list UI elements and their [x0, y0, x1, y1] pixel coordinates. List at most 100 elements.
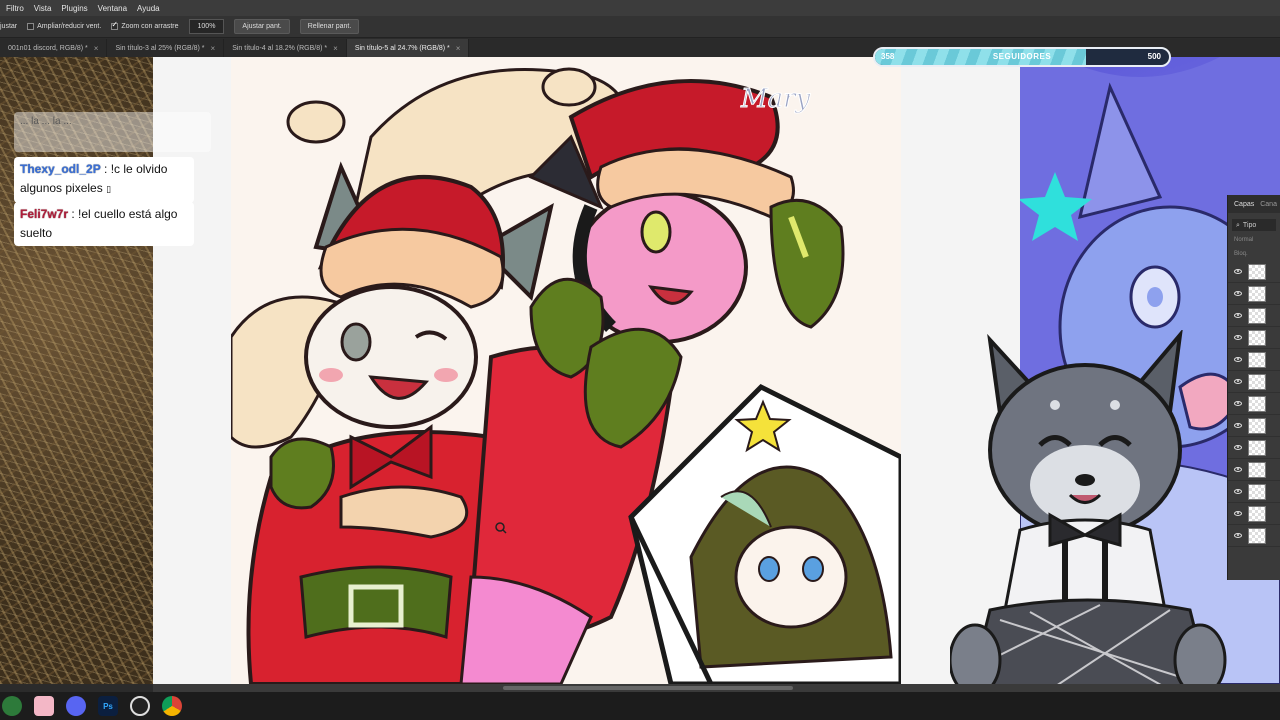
tab-sin-titulo-5[interactable]: Sin título-5 al 24.7% (RGB/8) * ×: [346, 39, 470, 57]
close-icon[interactable]: ×: [211, 44, 216, 53]
layer-thumbnail: [1248, 263, 1266, 280]
layer-thumbnail: [1248, 461, 1266, 478]
follower-goal-bar: 358 SEGUIDORES 500: [873, 47, 1171, 67]
layer-row[interactable]: [1228, 371, 1280, 393]
menu-ayuda[interactable]: Ayuda: [137, 4, 160, 13]
menu-bar: Filtro Vista Plugins Ventana Ayuda: [0, 0, 1280, 16]
screen: Filtro Vista Plugins Ventana Ayuda justa…: [0, 0, 1280, 720]
follower-label: SEGUIDORES: [992, 52, 1052, 61]
layer-row[interactable]: [1228, 503, 1280, 525]
chat-username[interactable]: Thexy_odl_2P: [20, 162, 101, 176]
layer-thumbnail: [1248, 395, 1266, 412]
fill-screen-button[interactable]: Rellenar pant.: [299, 19, 360, 34]
layer-filter-label: Tipo: [1242, 221, 1257, 229]
chat-message-ghost: ... la ... la ...: [14, 112, 211, 152]
tab-label: Sin título-5 al 24.7% (RGB/8) *: [354, 44, 450, 52]
chat-username[interactable]: Feli7w7r: [20, 207, 68, 221]
vtuber-avatar: [950, 330, 1227, 690]
layer-thumbnail: [1248, 285, 1266, 302]
layer-row[interactable]: [1228, 327, 1280, 349]
checkbox-on-icon: [111, 20, 119, 30]
tab-layers[interactable]: Capas: [1234, 201, 1254, 208]
menu-vista[interactable]: Vista: [34, 4, 52, 13]
layer-thumbnail: [1248, 329, 1266, 346]
layer-row[interactable]: [1228, 349, 1280, 371]
tab-label: Sin título-4 al 18.2% (RGB/8) *: [232, 44, 328, 52]
close-icon[interactable]: ×: [333, 44, 338, 53]
visibility-eye-icon[interactable]: [1234, 335, 1242, 340]
app-badge-icon[interactable]: [2, 696, 22, 716]
visibility-eye-icon[interactable]: [1234, 533, 1242, 538]
options-bar: justar Ampliar/reducir vent. Zoom con ar…: [0, 16, 1280, 38]
layers-panel: Capas Cana ⌕ Tipo Normal Bloq.: [1227, 195, 1280, 580]
layer-row[interactable]: [1228, 481, 1280, 503]
close-icon[interactable]: ×: [94, 44, 99, 53]
zoom-value-box[interactable]: 100%: [188, 19, 225, 34]
fit-screen-button[interactable]: Ajustar pant.: [234, 19, 290, 34]
tab-label: 001n01 discord, RGB/8) *: [8, 44, 88, 52]
visibility-eye-icon[interactable]: [1234, 357, 1242, 362]
tab-channels[interactable]: Cana: [1260, 201, 1277, 208]
layer-thumbnail: [1248, 505, 1266, 522]
layer-thumbnail: [1248, 373, 1266, 390]
christmas-artwork[interactable]: Mary: [231, 57, 901, 684]
obs-icon[interactable]: [130, 696, 150, 716]
visibility-eye-icon[interactable]: [1234, 291, 1242, 296]
visibility-eye-icon[interactable]: [1234, 445, 1242, 450]
layer-thumbnail: [1248, 439, 1266, 456]
tab-label: Sin título-3 al 25% (RGB/8) *: [115, 44, 205, 52]
close-icon[interactable]: ×: [456, 44, 461, 53]
menu-ventana[interactable]: Ventana: [98, 4, 127, 13]
menu-plugins[interactable]: Plugins: [61, 4, 87, 13]
layers-panel-header: Capas Cana: [1228, 195, 1280, 213]
follower-goal: 500: [1147, 52, 1161, 61]
layer-row[interactable]: [1228, 393, 1280, 415]
search-icon: ⌕: [1236, 220, 1240, 229]
layer-thumbnail: [1248, 527, 1266, 544]
visibility-eye-icon[interactable]: [1234, 423, 1242, 428]
resize-windows-checkbox[interactable]: Ampliar/reducir vent.: [27, 23, 101, 30]
options-left-label: justar: [0, 23, 18, 30]
chat-message: Thexy_odl_2P : !c le olvido algunos pixe…: [14, 157, 194, 203]
scrubby-zoom-checkbox[interactable]: Zoom con arrastre: [111, 20, 179, 30]
emoji-icon: ▯: [106, 185, 112, 195]
scrubby-zoom-label: Zoom con arrastre: [121, 23, 179, 30]
chrome-icon[interactable]: [162, 696, 182, 716]
chat-message: Feli7w7r : !el cuello está algo suelto: [14, 202, 194, 246]
layer-filter-input[interactable]: ⌕ Tipo: [1232, 219, 1276, 231]
lock-label: Bloq.: [1234, 251, 1248, 257]
tab-discord[interactable]: 001n01 discord, RGB/8) * ×: [0, 39, 108, 57]
tab-sin-titulo-3[interactable]: Sin título-3 al 25% (RGB/8) * ×: [107, 39, 225, 57]
discord-icon[interactable]: [66, 696, 86, 716]
layer-thumbnail: [1248, 307, 1266, 324]
layer-row[interactable]: [1228, 525, 1280, 547]
visibility-eye-icon[interactable]: [1234, 269, 1242, 274]
tab-sin-titulo-4[interactable]: Sin título-4 al 18.2% (RGB/8) * ×: [224, 39, 347, 57]
layer-row[interactable]: [1228, 283, 1280, 305]
checkbox-off-icon: [27, 23, 35, 30]
blend-mode-select[interactable]: Normal: [1232, 237, 1276, 247]
layer-row[interactable]: [1228, 437, 1280, 459]
layer-thumbnail: [1248, 483, 1266, 500]
layer-thumbnail: [1248, 417, 1266, 434]
layer-list: [1228, 261, 1280, 547]
layer-row[interactable]: [1228, 415, 1280, 437]
layer-thumbnail: [1248, 351, 1266, 368]
taskbar: Ps: [0, 692, 1280, 720]
scrollbar-thumb[interactable]: [503, 686, 793, 690]
visibility-eye-icon[interactable]: [1234, 313, 1242, 318]
image-viewer-icon[interactable]: [34, 696, 54, 716]
horizontal-scrollbar[interactable]: [153, 684, 1280, 692]
photoshop-icon[interactable]: Ps: [98, 696, 118, 716]
visibility-eye-icon[interactable]: [1234, 489, 1242, 494]
layer-row[interactable]: [1228, 459, 1280, 481]
layer-row[interactable]: [1228, 305, 1280, 327]
visibility-eye-icon[interactable]: [1234, 511, 1242, 516]
visibility-eye-icon[interactable]: [1234, 379, 1242, 384]
resize-windows-label: Ampliar/reducir vent.: [37, 23, 102, 30]
menu-filtro[interactable]: Filtro: [6, 4, 24, 13]
watermark-text: Mary: [740, 84, 811, 114]
visibility-eye-icon[interactable]: [1234, 401, 1242, 406]
layer-row[interactable]: [1228, 261, 1280, 283]
visibility-eye-icon[interactable]: [1234, 467, 1242, 472]
